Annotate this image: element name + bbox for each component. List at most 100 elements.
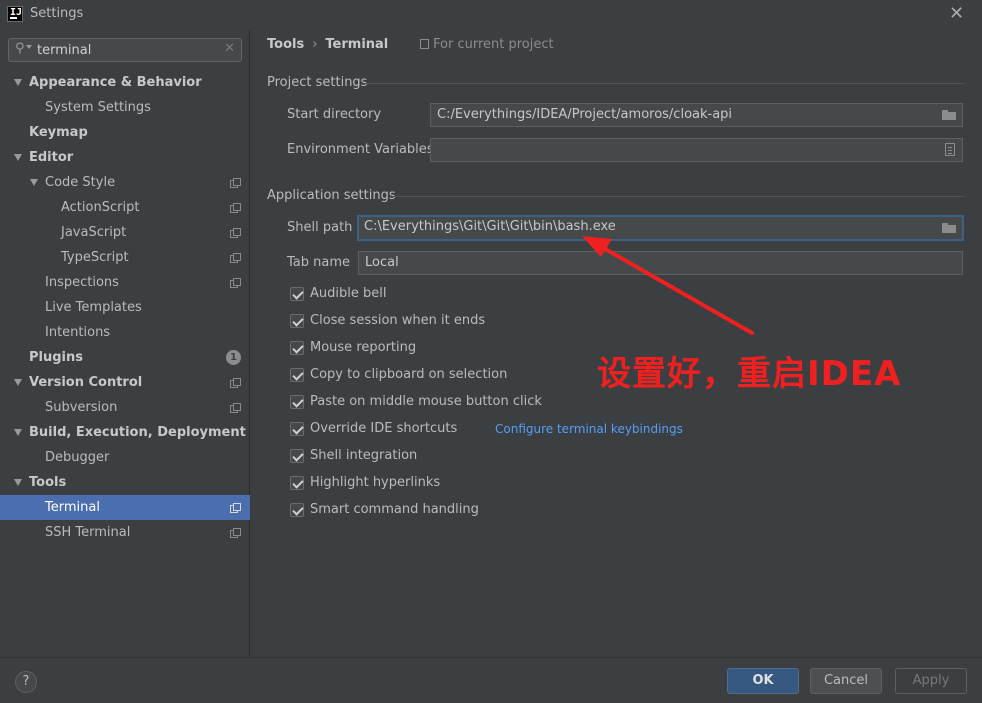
configure-keybindings-link[interactable]: Configure terminal keybindings <box>495 420 683 438</box>
tree-item-plugins[interactable]: Plugins 1 <box>0 345 250 370</box>
tree-item-label: Code Style <box>45 175 116 190</box>
project-scope-icon <box>230 528 241 538</box>
tree-item-javascript[interactable]: JavaScript <box>0 220 250 245</box>
checkbox-label: Audible bell <box>310 286 387 301</box>
checkbox-checked-icon[interactable] <box>290 314 304 328</box>
tree-item-subversion[interactable]: Subversion <box>0 395 250 420</box>
checkbox-label: Shell integration <box>310 448 418 463</box>
expanded-arrow-icon[interactable] <box>14 379 22 386</box>
tree-item-build-execution-deployment[interactable]: Build, Execution, Deployment <box>0 420 250 445</box>
tree-item-system-settings[interactable]: System Settings <box>0 95 250 120</box>
start-directory-label: Start directory <box>287 107 382 122</box>
project-scope-icon <box>230 403 241 413</box>
window-title: Settings <box>30 6 84 21</box>
start-directory-field[interactable]: C:/Everythings/IDEA/Project/amoros/cloak… <box>430 103 963 127</box>
section-divider <box>390 196 965 197</box>
tree-item-terminal[interactable]: Terminal <box>0 495 250 520</box>
tree-item-version-control[interactable]: Version Control <box>0 370 250 395</box>
tree-item-actionscript[interactable]: ActionScript <box>0 195 250 220</box>
expanded-arrow-icon[interactable] <box>30 179 38 186</box>
project-scope-icon <box>230 203 241 213</box>
ok-button[interactable]: OK <box>727 668 799 694</box>
edit-variables-icon[interactable] <box>945 143 955 156</box>
browse-folder-icon[interactable] <box>942 110 956 120</box>
tree-item-label: Keymap <box>29 125 88 140</box>
checkbox-label: Copy to clipboard on selection <box>310 367 508 382</box>
checkbox-checked-icon[interactable] <box>290 476 304 490</box>
expanded-arrow-icon[interactable] <box>14 429 22 436</box>
tree-item-label: Live Templates <box>45 300 142 315</box>
settings-sidebar: ⚲ ✕ Appearance & Behavior System Setting… <box>0 30 250 657</box>
red-annotation-text: 设置好，重启IDEA <box>597 354 902 394</box>
expanded-arrow-icon[interactable] <box>14 79 22 86</box>
project-scope-icon <box>230 178 241 188</box>
scope-hint: For current project <box>420 37 554 52</box>
dialog-button-bar: ? OK Cancel Apply <box>0 657 982 703</box>
search-history-caret-icon[interactable] <box>26 45 32 49</box>
shell-path-field[interactable]: C:\Everythings\Git\Git\Git\bin\bash.exe <box>357 215 964 241</box>
checkbox-label: Close session when it ends <box>310 313 486 328</box>
shell-path-value: C:\Everythings\Git\Git\Git\bin\bash.exe <box>364 219 616 234</box>
tree-item-debugger[interactable]: Debugger <box>0 445 250 470</box>
breadcrumb: Tools › Terminal <box>267 37 388 52</box>
tree-item-keymap[interactable]: Keymap <box>0 120 250 145</box>
breadcrumb-current: Terminal <box>325 37 389 52</box>
expanded-arrow-icon[interactable] <box>14 154 22 161</box>
settings-search-input[interactable] <box>37 41 217 59</box>
tree-item-typescript[interactable]: TypeScript <box>0 245 250 270</box>
checkbox-label: Override IDE shortcuts <box>310 421 458 436</box>
checkbox-checked-icon[interactable] <box>290 341 304 355</box>
tree-item-label: Debugger <box>45 450 110 465</box>
tree-item-label: Intentions <box>45 325 111 340</box>
title-bar: IJ Settings ✕ <box>0 0 982 30</box>
tree-item-tools[interactable]: Tools <box>0 470 250 495</box>
search-icon[interactable]: ⚲ <box>15 41 25 56</box>
project-settings-title: Project settings <box>267 75 368 90</box>
environment-variables-label: Environment Variables <box>287 142 434 157</box>
tree-item-label: Version Control <box>29 375 143 390</box>
browse-folder-icon[interactable] <box>942 223 956 233</box>
tree-item-appearance-behavior[interactable]: Appearance & Behavior <box>0 70 250 95</box>
breadcrumb-separator: › <box>312 37 318 52</box>
tree-item-label: Subversion <box>45 400 118 415</box>
tree-item-editor[interactable]: Editor <box>0 145 250 170</box>
checkbox-checked-icon[interactable] <box>290 422 304 436</box>
tab-name-field[interactable]: Local <box>358 251 963 275</box>
checkbox-label: Mouse reporting <box>310 340 417 355</box>
clear-search-icon[interactable]: ✕ <box>224 41 235 56</box>
tree-item-live-templates[interactable]: Live Templates <box>0 295 250 320</box>
settings-tree: Appearance & Behavior System Settings Ke… <box>0 70 250 545</box>
tree-item-label: TypeScript <box>61 250 129 265</box>
settings-search-box[interactable]: ⚲ ✕ <box>8 38 242 62</box>
checkbox-checked-icon[interactable] <box>290 287 304 301</box>
expanded-arrow-icon[interactable] <box>14 479 22 486</box>
plugin-updates-badge: 1 <box>226 350 241 365</box>
tree-item-label: JavaScript <box>61 225 127 240</box>
close-icon[interactable]: ✕ <box>949 3 964 24</box>
scope-label: For current project <box>433 37 554 52</box>
breadcrumb-parent[interactable]: Tools <box>267 37 304 52</box>
checkbox-checked-icon[interactable] <box>290 449 304 463</box>
tree-item-intentions[interactable]: Intentions <box>0 320 250 345</box>
section-divider <box>363 83 965 84</box>
help-button[interactable]: ? <box>15 671 37 693</box>
tree-item-label: Editor <box>29 150 74 165</box>
cancel-button[interactable]: Cancel <box>810 668 882 694</box>
checkbox-checked-icon[interactable] <box>290 503 304 517</box>
project-scope-icon <box>230 228 241 238</box>
environment-variables-field[interactable] <box>430 138 963 162</box>
checkbox-checked-icon[interactable] <box>290 368 304 382</box>
tree-item-code-style[interactable]: Code Style <box>0 170 250 195</box>
project-scope-icon <box>230 278 241 288</box>
tree-item-label: ActionScript <box>61 200 140 215</box>
checkbox-label: Highlight hyperlinks <box>310 475 441 490</box>
tree-item-label: Appearance & Behavior <box>29 75 202 90</box>
tree-item-inspections[interactable]: Inspections <box>0 270 250 295</box>
checkbox-label: Smart command handling <box>310 502 479 517</box>
project-scope-icon <box>230 378 241 388</box>
tree-item-label: SSH Terminal <box>45 525 131 540</box>
apply-button[interactable]: Apply <box>895 668 967 694</box>
tree-item-label: Tools <box>29 475 67 490</box>
tree-item-ssh-terminal[interactable]: SSH Terminal <box>0 520 250 545</box>
checkbox-checked-icon[interactable] <box>290 395 304 409</box>
